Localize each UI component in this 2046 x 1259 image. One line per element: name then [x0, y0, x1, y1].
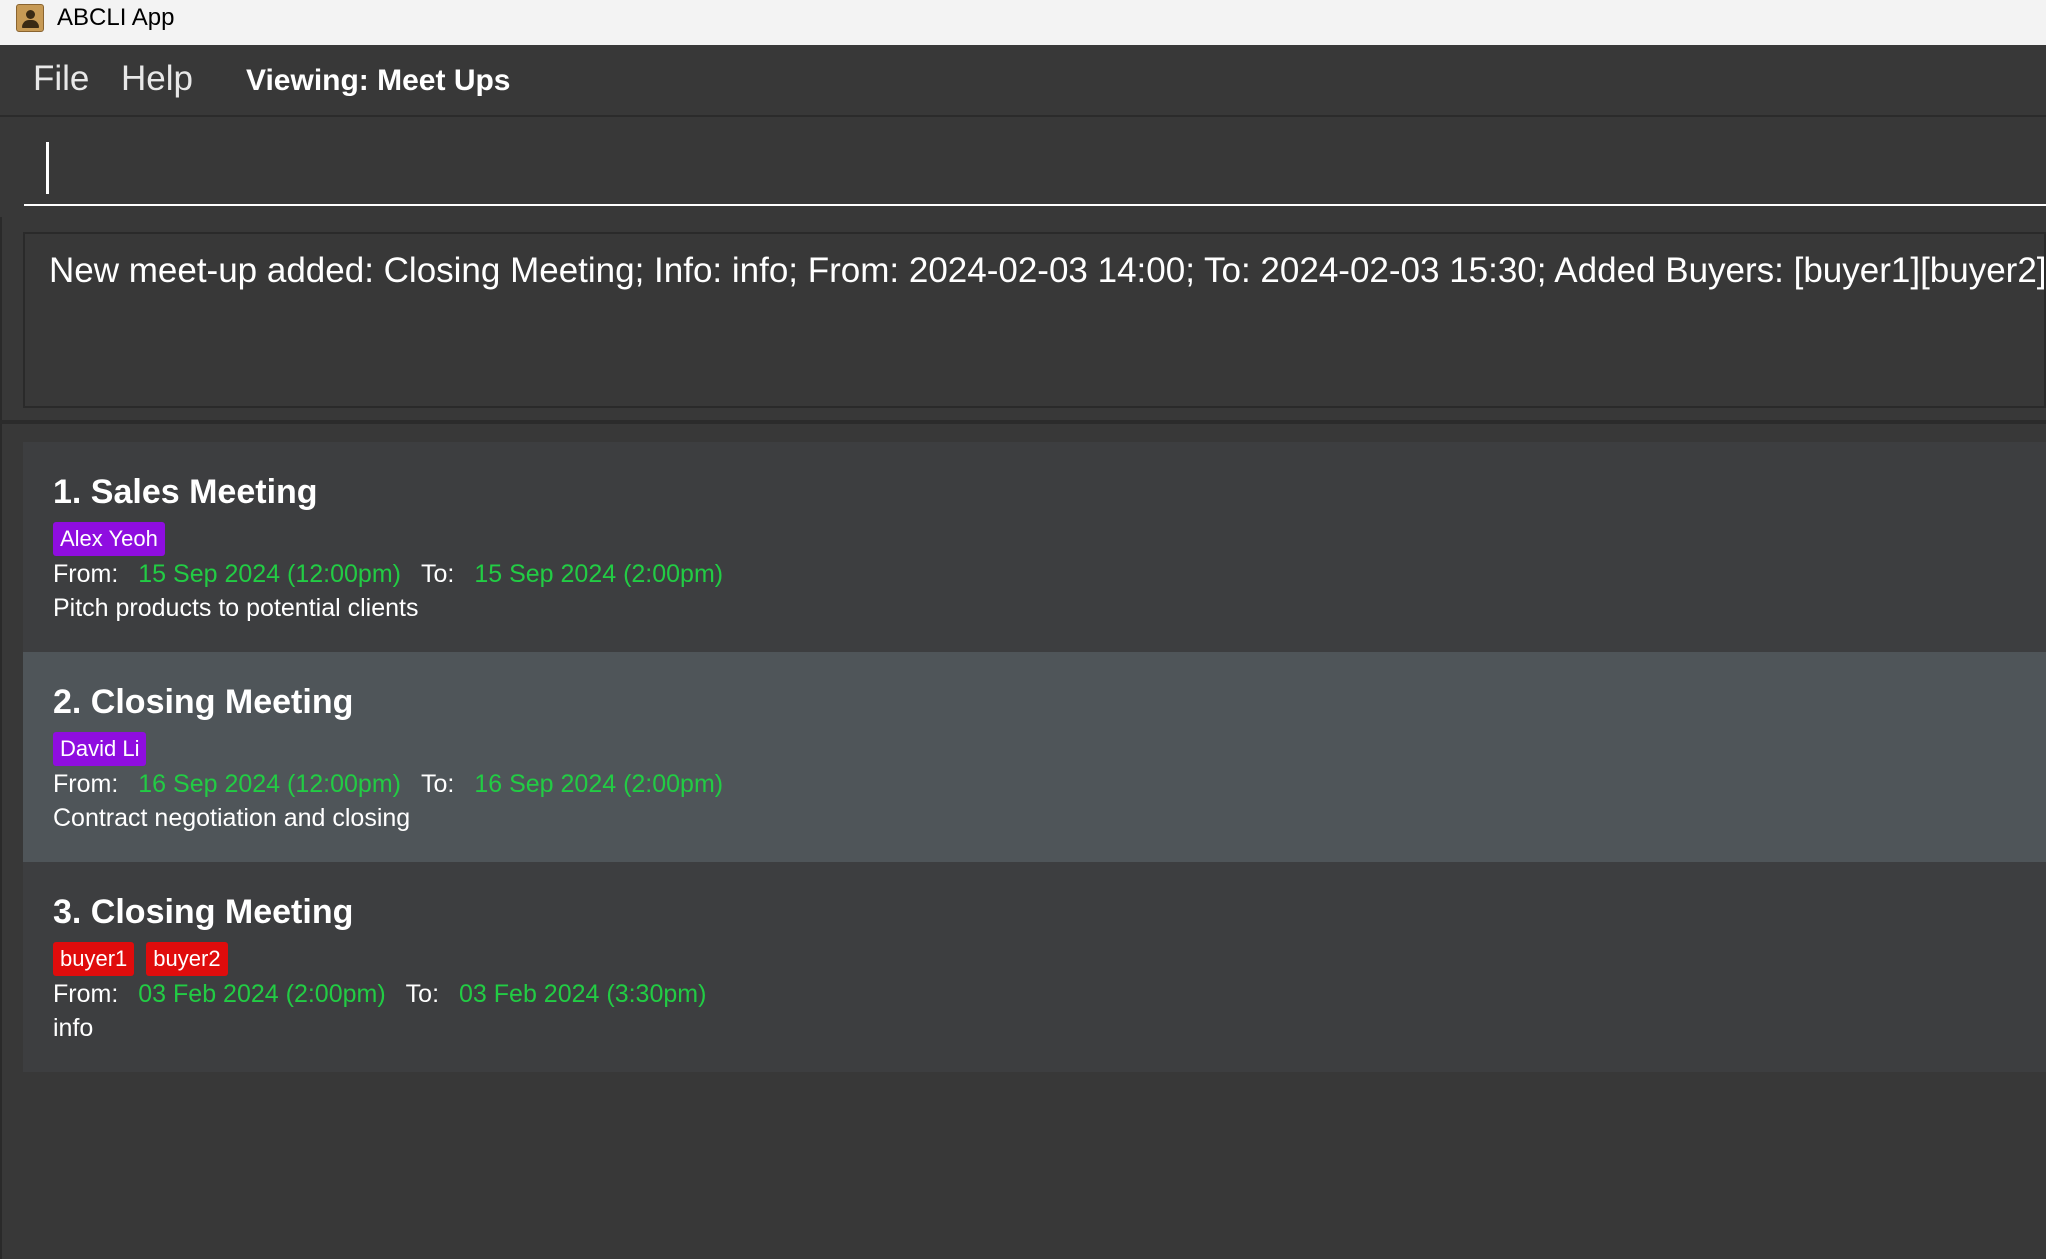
result-display: New meet-up added: Closing Meeting; Info… — [23, 232, 2046, 408]
buyer-tag: buyer2 — [146, 942, 228, 976]
meetup-list: 1. Sales Meeting Alex Yeoh From: 15 Sep 2… — [23, 442, 2046, 1072]
app-window: ABCLI App File Help Viewing: Meet Ups Ne… — [0, 0, 2046, 1259]
window-left-border — [0, 45, 2, 1259]
meetup-info: Contract negotiation and closing — [53, 804, 411, 832]
from-value: 03 Feb 2024 (2:00pm) — [138, 980, 386, 1008]
result-message: New meet-up added: Closing Meeting; Info… — [49, 251, 2046, 290]
buyer-tag: buyer1 — [53, 942, 135, 976]
meetup-info: info — [53, 1014, 94, 1042]
to-label: To: — [405, 980, 440, 1008]
to-label: To: — [420, 560, 455, 588]
from-value: 16 Sep 2024 (12:00pm) — [138, 770, 401, 798]
command-input[interactable] — [24, 117, 2046, 206]
buyer-tag: Alex Yeoh — [53, 522, 165, 556]
title-bar: ABCLI App — [0, 0, 2046, 45]
from-label: From: — [53, 560, 119, 588]
buyer-tags: buyer1 buyer2 — [53, 942, 228, 976]
meetup-time-row: From: 15 Sep 2024 (12:00pm) To: 15 Sep 2024… — [53, 559, 723, 589]
to-value: 03 Feb 2024 (3:30pm) — [459, 980, 707, 1008]
contacts-book-icon — [16, 4, 44, 32]
menu-file[interactable]: File — [33, 59, 89, 99]
buyer-tag: David Li — [53, 732, 147, 766]
to-value: 15 Sep 2024 (2:00pm) — [474, 560, 724, 588]
from-value: 15 Sep 2024 (12:00pm) — [138, 560, 401, 588]
buyer-tags: David Li — [53, 732, 147, 766]
from-label: From: — [53, 770, 119, 798]
menu-help[interactable]: Help — [121, 59, 193, 99]
buyer-tags: Alex Yeoh — [53, 522, 165, 556]
meetup-title: 3. Closing Meeting — [53, 893, 354, 931]
to-value: 16 Sep 2024 (2:00pm) — [474, 770, 724, 798]
meetup-card-selected[interactable]: 2. Closing Meeting David Li From: 16 Sep … — [23, 652, 2046, 862]
meetup-time-row: From: 16 Sep 2024 (12:00pm) To: 16 Sep 2024… — [53, 769, 723, 799]
meetup-info: Pitch products to potential clients — [53, 594, 419, 622]
menu-bar: File Help Viewing: Meet Ups — [0, 45, 2046, 117]
meetup-title: 1. Sales Meeting — [53, 473, 318, 511]
window-title: ABCLI App — [57, 4, 175, 31]
meetup-title: 2. Closing Meeting — [53, 683, 354, 721]
meetup-card[interactable]: 3. Closing Meeting buyer1 buyer2 From: 03… — [23, 862, 2046, 1072]
from-label: From: — [53, 980, 119, 1008]
text-caret — [46, 142, 49, 194]
viewing-label: Viewing: Meet Ups — [246, 64, 511, 97]
to-label: To: — [420, 770, 455, 798]
meetup-time-row: From: 03 Feb 2024 (2:00pm) To: 03 Feb 2024 … — [53, 979, 706, 1009]
command-box — [0, 117, 2046, 217]
meetup-card[interactable]: 1. Sales Meeting Alex Yeoh From: 15 Sep 2… — [23, 442, 2046, 652]
section-divider — [0, 420, 2046, 424]
